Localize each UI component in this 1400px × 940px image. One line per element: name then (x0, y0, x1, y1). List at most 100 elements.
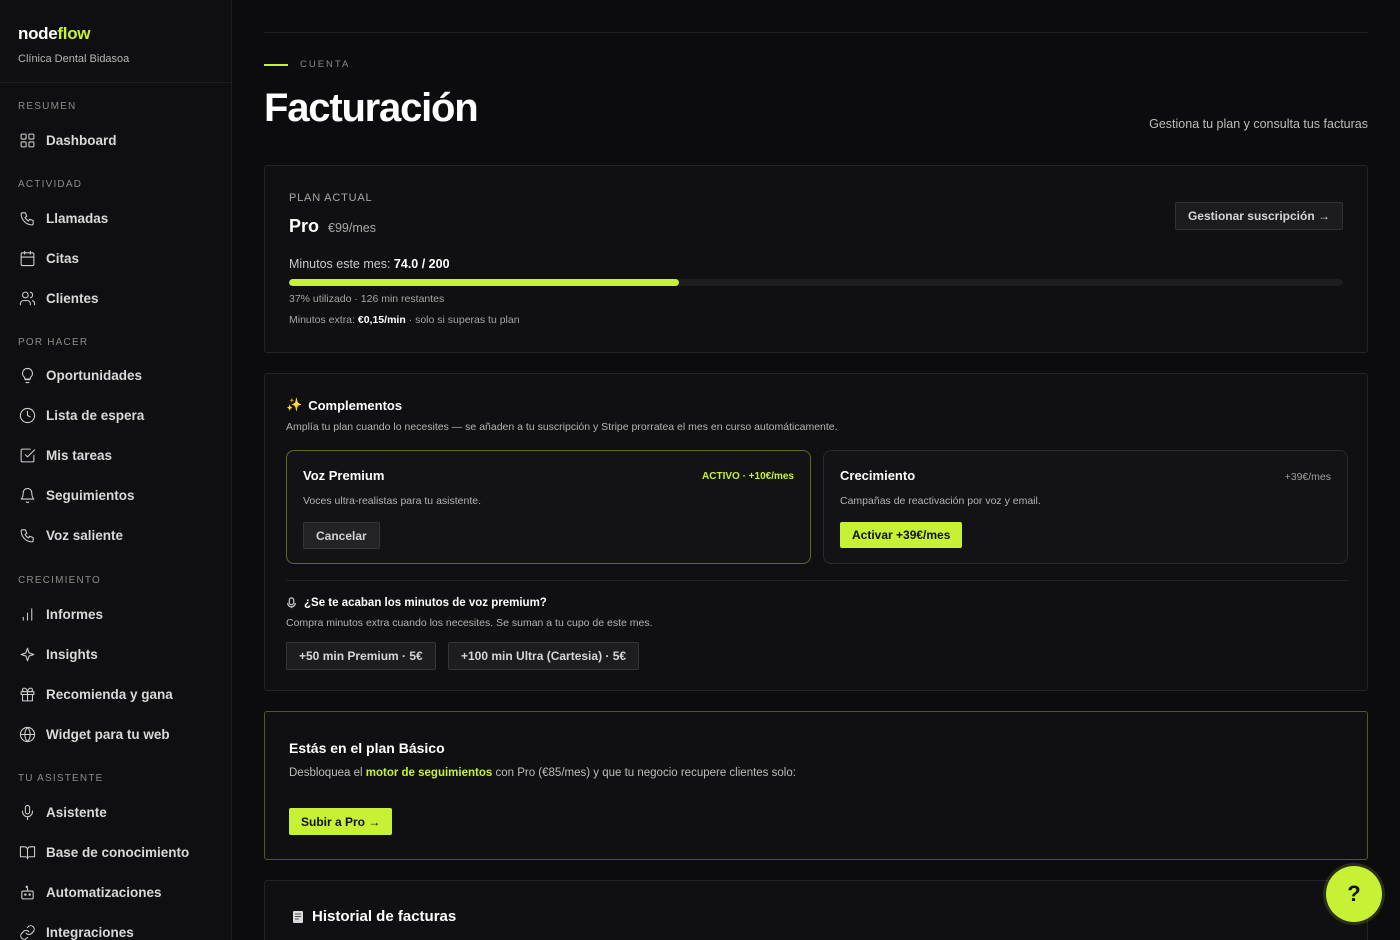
sidebar-section-crecimiento: CRECIMIENTO (18, 575, 102, 586)
clock-icon (18, 406, 36, 424)
upgrade-desc-prefix: Desbloquea el (289, 767, 363, 779)
sidebar-section-actividad: ACTIVIDAD (18, 179, 83, 190)
sidebar-item-label: Insights (46, 646, 98, 662)
sidebar-item-recomienda-y-gana[interactable]: Recomienda y gana (0, 674, 231, 714)
book-icon (18, 843, 36, 861)
help-button[interactable]: ? (1326, 866, 1382, 922)
upgrade-title: Estás en el plan Básico (289, 740, 445, 756)
minutes-value: 74.0 / 200 (393, 257, 450, 271)
activate-addon-button[interactable]: Activar +39€/mes (840, 522, 963, 548)
addon-description: Voces ultra-realistas para tu asistente. (303, 495, 482, 507)
sidebar-item-label: Seguimientos (46, 487, 135, 503)
sidebar-item-automatizaciones[interactable]: Automatizaciones (0, 872, 231, 912)
sidebar-item-dashboard[interactable]: Dashboard (0, 120, 231, 160)
cancel-addon-button[interactable]: Cancelar (303, 522, 380, 549)
clinic-name: Clínica Dental Bidasoa (18, 53, 130, 65)
sidebar-item-asistente[interactable]: Asistente (0, 792, 231, 832)
invoice-history-title-text: Historial de facturas (312, 908, 457, 925)
globe-icon (18, 725, 36, 743)
extra-price: €0,15/min (357, 314, 406, 326)
invoice-history-title: Historial de facturas (292, 908, 456, 925)
sidebar-section-tu-asistente: TU ASISTENTE (18, 773, 104, 784)
sidebar-item-label: Citas (46, 250, 80, 266)
addons-divider (286, 580, 1348, 581)
sidebar-item-insights[interactable]: Insights (0, 634, 231, 674)
extra-prefix: Minutos extra: (289, 314, 355, 326)
extra-minutes-title: ¿Se te acaban los minutos de voz premium… (286, 597, 547, 609)
manage-subscription-button[interactable]: Gestionar suscripción → (1174, 202, 1343, 230)
phone-icon (18, 209, 36, 227)
sidebar-item-base-de-conocimiento[interactable]: Base de conocimiento (0, 832, 231, 872)
extra-minutes-title-text: ¿Se te acaban los minutos de voz premium… (304, 597, 547, 609)
sidebar-item-label: Integraciones (46, 924, 134, 940)
sidebar-item-label: Automatizaciones (46, 884, 162, 900)
addon-crecimiento: Crecimiento +39€/mes Campañas de reactiv… (823, 450, 1348, 564)
sidebar-item-oportunidades[interactable]: Oportunidades (0, 355, 231, 395)
usage-note: 37% utilizado · 126 min restantes (289, 293, 445, 305)
link-icon (18, 923, 36, 940)
extra-minutes-description: Compra minutos extra cuando los necesite… (286, 617, 653, 629)
sidebar-item-integraciones[interactable]: Integraciones (0, 912, 231, 940)
grid-icon (18, 131, 36, 149)
robot-icon (18, 883, 36, 901)
sidebar-item-label: Mis tareas (46, 447, 113, 463)
minutes-label: Minutos este mes: (289, 257, 391, 271)
sidebar-item-label: Informes (46, 606, 104, 622)
brand-name-suffix: flow (57, 24, 91, 43)
upgrade-desc-highlight: motor de seguimientos (365, 767, 493, 779)
brand-logo[interactable]: nodeflow (18, 24, 213, 44)
sidebar-item-label: Oportunidades (46, 367, 143, 383)
addon-description: Campañas de reactivación por voz y email… (840, 495, 1041, 507)
addon-name: Voz Premium (303, 468, 385, 483)
sidebar: nodeflow Clínica Dental Bidasoa RESUMEN D… (0, 0, 232, 940)
addons-title: ✨ Complementos (286, 397, 402, 413)
addon-price: +39€/mes (1284, 471, 1331, 483)
brand-name-prefix: node (18, 24, 58, 43)
sidebar-item-voz-saliente[interactable]: Voz saliente (0, 515, 231, 555)
checkbox-icon (18, 446, 36, 464)
sidebar-item-label: Base de conocimiento (46, 844, 190, 860)
sidebar-item-informes[interactable]: Informes (0, 594, 231, 634)
calendar-icon (18, 249, 36, 267)
minutes-usage: Minutos este mes: 74.0 / 200 (289, 257, 450, 271)
sidebar-item-lista-de-espera[interactable]: Lista de espera (0, 395, 231, 435)
sidebar-item-widget-para-tu-web[interactable]: Widget para tu web (0, 714, 231, 754)
bell-icon (18, 486, 36, 504)
upgrade-desc-suffix: con Pro (€85/mes) y que tu negocio recup… (495, 767, 796, 779)
addons-card: ✨ Complementos Amplía tu plan cuando lo n… (264, 373, 1368, 691)
buy-ultra-minutes-button[interactable]: +100 min Ultra (Cartesia) · 5€ (448, 642, 640, 670)
upgrade-card: Estás en el plan Básico Desbloquea el mo… (264, 711, 1368, 860)
buy-premium-minutes-button[interactable]: +50 min Premium · 5€ (286, 642, 436, 670)
plan-label: PLAN ACTUAL (289, 192, 373, 204)
sidebar-item-clientes[interactable]: Clientes (0, 278, 231, 318)
sidebar-section-por-hacer: POR HACER (18, 337, 89, 348)
plan-name: Pro €99/mes (289, 216, 376, 237)
phone-icon (18, 526, 36, 544)
extra-suffix: · solo si superas tu plan (408, 314, 520, 326)
lightbulb-icon (18, 366, 36, 384)
sidebar-item-label: Asistente (46, 804, 107, 820)
sidebar-item-seguimientos[interactable]: Seguimientos (0, 475, 231, 515)
addon-voz-premium: Voz Premium ACTIVO · +10€/mes Voces ultr… (286, 450, 811, 564)
sidebar-item-citas[interactable]: Citas (0, 238, 231, 278)
eyebrow-label: CUENTA (300, 59, 351, 70)
upgrade-to-pro-button[interactable]: Subir a Pro → (289, 808, 393, 835)
plan-name-text: Pro (289, 216, 320, 236)
sidebar-item-llamadas[interactable]: Llamadas (0, 198, 231, 238)
sidebar-section-resumen: RESUMEN (18, 101, 77, 112)
eyebrow-line (264, 63, 288, 66)
addons-description: Amplía tu plan cuando lo necesites — se … (286, 421, 838, 433)
sparkle-icon (18, 645, 36, 663)
receipt-icon (292, 910, 304, 924)
addon-name: Crecimiento (840, 468, 916, 483)
plan-price: €99/mes (328, 221, 376, 235)
users-icon (18, 289, 36, 307)
sidebar-item-mis-tareas[interactable]: Mis tareas (0, 435, 231, 475)
sidebar-item-label: Voz saliente (46, 527, 124, 543)
mic-icon (18, 803, 36, 821)
top-divider (264, 32, 1368, 33)
sidebar-item-label: Recomienda y gana (46, 686, 173, 702)
addon-active-badge: ACTIVO · +10€/mes (702, 471, 794, 482)
page-subtitle: Gestiona tu plan y consulta tus facturas (1149, 117, 1368, 131)
usage-progress-fill (289, 279, 679, 286)
